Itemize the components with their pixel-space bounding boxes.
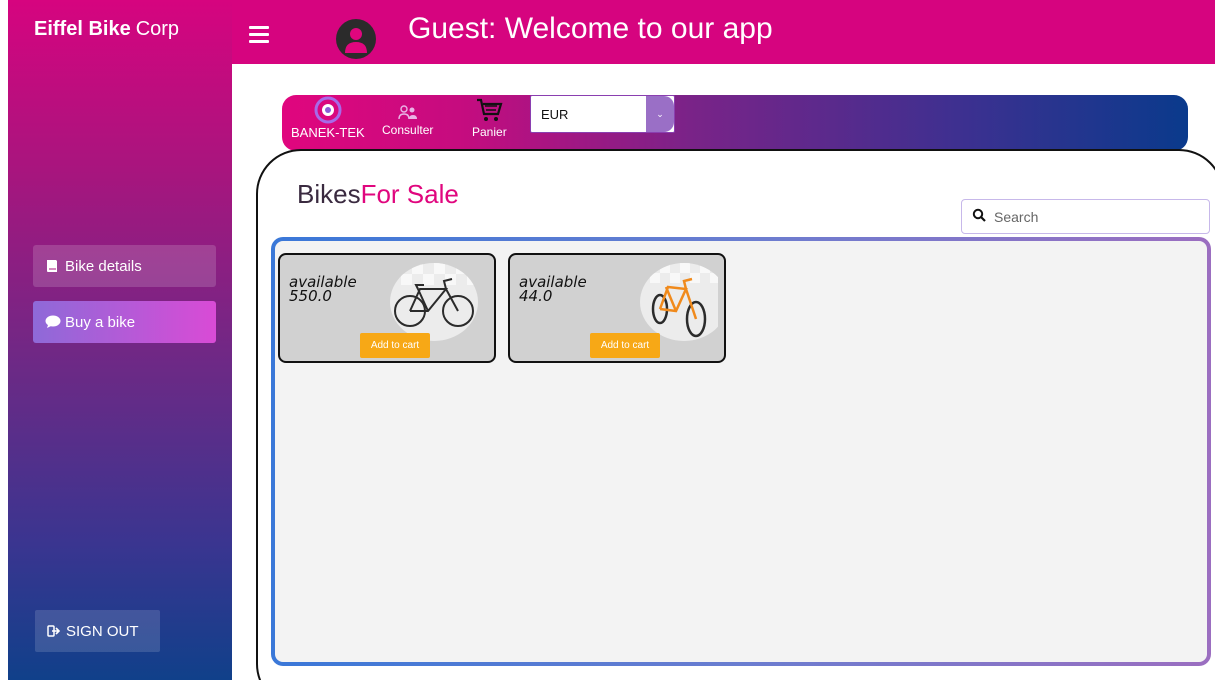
bike-image xyxy=(390,263,478,341)
add-to-cart-button[interactable]: Add to cart xyxy=(360,333,430,358)
target-logo-icon xyxy=(313,95,343,125)
search-icon xyxy=(972,208,986,225)
chevron-down-icon[interactable]: ⌄ xyxy=(646,96,674,132)
sign-out-icon xyxy=(47,625,61,637)
sidebar-item-buy-bike[interactable]: Buy a bike xyxy=(33,301,216,343)
product-card[interactable]: available 44.0 Add to cart xyxy=(508,253,726,363)
nav-bar: BANEK-TEK Consulter Panier EUR ⌄ xyxy=(282,95,1188,151)
product-info: available 550.0 xyxy=(289,275,357,305)
top-bar: Guest: Welcome to our app xyxy=(232,0,1215,64)
brand-name-bold: Eiffel Bike xyxy=(34,18,131,40)
sidebar-item-label: Bike details xyxy=(65,257,142,275)
sign-out-label: SIGN OUT xyxy=(66,622,139,640)
nav-item-banek-tek[interactable]: BANEK-TEK xyxy=(291,95,365,140)
users-icon xyxy=(397,103,418,123)
nav-item-label: BANEK-TEK xyxy=(291,125,365,140)
nav-item-consulter[interactable]: Consulter xyxy=(382,103,433,137)
page-title-part2: For Sale xyxy=(360,179,459,209)
nav-item-panier[interactable]: Panier xyxy=(472,95,507,139)
welcome-message: Guest: Welcome to our app xyxy=(408,12,773,45)
sign-out-button[interactable]: SIGN OUT xyxy=(35,610,160,652)
speech-bubble-icon xyxy=(45,315,61,329)
product-card[interactable]: available 550.0 Add to cart xyxy=(278,253,496,363)
nav-item-label: Consulter xyxy=(382,123,434,137)
currency-select[interactable]: EUR ⌄ xyxy=(530,95,675,133)
bike-image xyxy=(640,263,728,341)
nav-item-label: Panier xyxy=(472,125,507,139)
page-title: BikesFor Sale xyxy=(297,179,459,210)
add-to-cart-button[interactable]: Add to cart xyxy=(590,333,660,358)
product-price: 44.0 xyxy=(519,287,553,305)
currency-selected-value: EUR xyxy=(541,107,569,122)
brand-name-light: Corp xyxy=(135,18,180,40)
app-root: Eiffel Bike Corp Bike details Buy a bike … xyxy=(0,0,1215,680)
search-input[interactable] xyxy=(994,208,1194,225)
cart-icon xyxy=(475,95,503,125)
search-box[interactable] xyxy=(961,199,1210,234)
product-info: available 44.0 xyxy=(519,275,587,305)
sidebar-item-label: Buy a bike xyxy=(65,313,136,331)
user-icon[interactable] xyxy=(336,19,376,59)
product-price: 550.0 xyxy=(289,287,332,305)
book-icon xyxy=(45,259,61,273)
sidebar-item-bike-details[interactable]: Bike details xyxy=(33,245,216,287)
brand-logo[interactable]: Eiffel Bike Corp xyxy=(34,18,179,41)
hamburger-icon[interactable] xyxy=(249,26,269,44)
page-title-part1: Bikes xyxy=(297,179,361,209)
sidebar: Eiffel Bike Corp Bike details Buy a bike … xyxy=(8,0,232,680)
